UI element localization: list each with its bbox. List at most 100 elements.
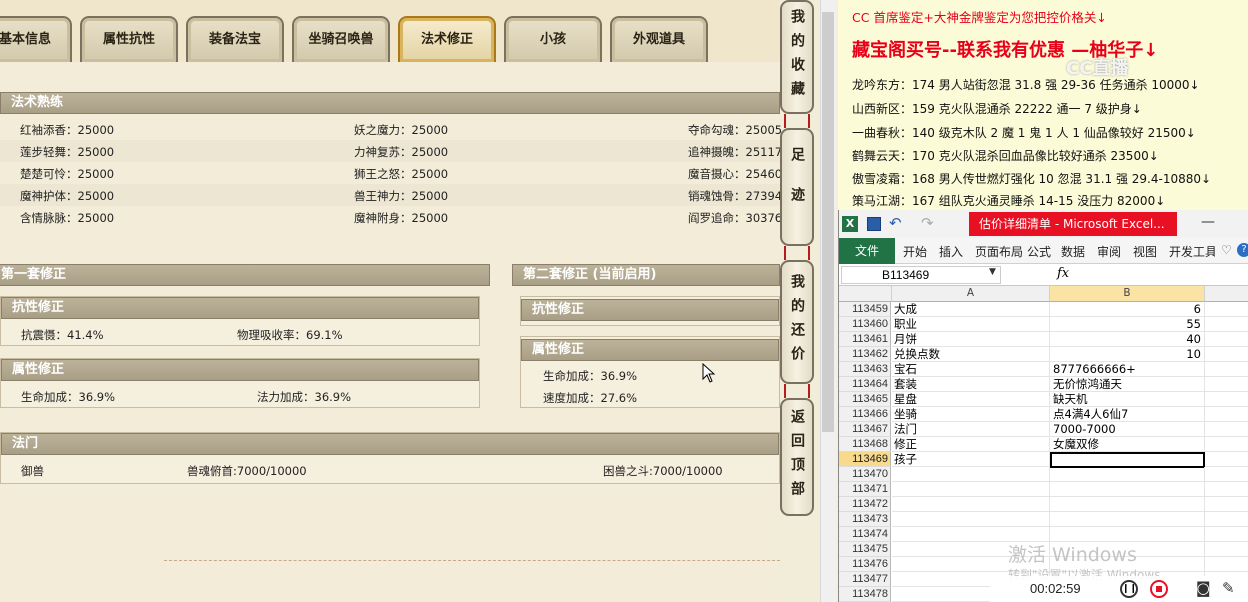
- cell-b[interactable]: 8777666666+: [1050, 362, 1205, 377]
- help-icon[interactable]: ?: [1237, 243, 1248, 257]
- row-header[interactable]: 113468: [839, 437, 891, 452]
- tab-basic-info[interactable]: 基本信息: [0, 16, 72, 62]
- cell-c[interactable]: [1205, 542, 1248, 557]
- ribbon-tab-file[interactable]: 文件: [839, 238, 895, 264]
- pen-icon[interactable]: ✎: [1222, 579, 1235, 597]
- cell-b[interactable]: 6: [1050, 302, 1205, 317]
- cell-c[interactable]: [1205, 332, 1248, 347]
- cell-c[interactable]: [1205, 437, 1248, 452]
- cell-b[interactable]: 无价惊鸿通天: [1050, 377, 1205, 392]
- cell-a[interactable]: 套装: [892, 377, 1050, 392]
- row-header[interactable]: 113470: [839, 467, 891, 482]
- cell-c[interactable]: [1205, 527, 1248, 542]
- tab-child[interactable]: 小孩: [504, 16, 602, 62]
- cell-b[interactable]: [1050, 482, 1205, 497]
- cell-b[interactable]: 点4满4人6仙7: [1050, 407, 1205, 422]
- cell-c[interactable]: [1205, 512, 1248, 527]
- active-cell[interactable]: [1050, 452, 1205, 468]
- cell-c[interactable]: [1205, 377, 1248, 392]
- cell-a[interactable]: [892, 512, 1050, 527]
- tab-appearance[interactable]: 外观道具: [610, 16, 708, 62]
- row-header[interactable]: 113460: [839, 317, 891, 332]
- row-header[interactable]: 113472: [839, 497, 891, 512]
- row-header[interactable]: 113474: [839, 527, 891, 542]
- cell-a[interactable]: 宝石: [892, 362, 1050, 377]
- cell-c[interactable]: [1205, 497, 1248, 512]
- cell-a[interactable]: [892, 467, 1050, 482]
- cell-a[interactable]: 星盘: [892, 392, 1050, 407]
- cell-c[interactable]: [1205, 422, 1248, 437]
- row-header[interactable]: 113478: [839, 587, 891, 602]
- ribbon-tab-view[interactable]: 视图: [1133, 243, 1157, 260]
- minimize-icon[interactable]: —: [1201, 214, 1215, 230]
- cell-b[interactable]: [1050, 467, 1205, 482]
- chevron-down-icon[interactable]: ▼: [989, 267, 996, 277]
- row-header[interactable]: 113473: [839, 512, 891, 527]
- row-header[interactable]: 113463: [839, 362, 891, 377]
- game-scrollbar-thumb[interactable]: [822, 12, 834, 432]
- pause-icon[interactable]: ❙❙: [1120, 580, 1138, 598]
- row-header[interactable]: 113464: [839, 377, 891, 392]
- cell-c[interactable]: [1205, 392, 1248, 407]
- row-header[interactable]: 113462: [839, 347, 891, 362]
- redo-icon[interactable]: ↷: [921, 214, 934, 232]
- cell-c[interactable]: [1205, 347, 1248, 362]
- row-header[interactable]: 113459: [839, 302, 891, 317]
- name-box[interactable]: B113469: [841, 266, 1001, 284]
- row-header[interactable]: 113476: [839, 557, 891, 572]
- my-counteroffer-button[interactable]: 我的还价: [780, 260, 814, 384]
- back-to-top-button[interactable]: 返回顶部: [780, 398, 814, 516]
- column-header-a[interactable]: A: [892, 286, 1050, 302]
- tab-equipment[interactable]: 装备法宝: [186, 16, 284, 62]
- ribbon-collapse-icon[interactable]: ♡: [1221, 243, 1232, 257]
- cell-a[interactable]: 坐骑: [892, 407, 1050, 422]
- cell-a[interactable]: 法门: [892, 422, 1050, 437]
- cell-c[interactable]: [1205, 482, 1248, 497]
- tab-spell-correction[interactable]: 法术修正: [398, 16, 496, 62]
- camera-icon[interactable]: ◙: [1196, 579, 1211, 597]
- cell-b[interactable]: [1050, 497, 1205, 512]
- footprint-button[interactable]: 足迹: [780, 128, 814, 246]
- row-header[interactable]: 113466: [839, 407, 891, 422]
- row-header[interactable]: 113475: [839, 542, 891, 557]
- cell-b[interactable]: 7000-7000: [1050, 422, 1205, 437]
- ribbon-tab-data[interactable]: 数据: [1061, 243, 1085, 260]
- ribbon-tab-page-layout[interactable]: 页面布局: [975, 243, 1023, 260]
- cell-c[interactable]: [1205, 467, 1248, 482]
- cell-b[interactable]: 女魔双修: [1050, 437, 1205, 452]
- cell-a[interactable]: 兑换点数: [892, 347, 1050, 362]
- cell-c[interactable]: [1205, 317, 1248, 332]
- cell-b[interactable]: 缺天机: [1050, 392, 1205, 407]
- stop-icon[interactable]: [1150, 580, 1168, 598]
- column-header-c[interactable]: [1205, 286, 1248, 302]
- select-all-corner[interactable]: [839, 286, 892, 302]
- row-header[interactable]: 113461: [839, 332, 891, 347]
- ribbon-tab-developer[interactable]: 开发工具: [1169, 243, 1215, 260]
- cell-a[interactable]: [892, 497, 1050, 512]
- save-icon[interactable]: [867, 217, 881, 231]
- cell-a[interactable]: 修正: [892, 437, 1050, 452]
- ribbon-tab-insert[interactable]: 插入: [939, 243, 963, 260]
- tab-mounts-summons[interactable]: 坐骑召唤兽: [292, 16, 390, 62]
- tab-attributes-resistance[interactable]: 属性抗性: [80, 16, 178, 62]
- cell-a[interactable]: 职业: [892, 317, 1050, 332]
- cell-a[interactable]: 月饼: [892, 332, 1050, 347]
- ribbon-tab-formulas[interactable]: 公式: [1027, 243, 1051, 260]
- ribbon-tab-home[interactable]: 开始: [903, 243, 927, 260]
- cell-c[interactable]: [1205, 407, 1248, 422]
- fx-icon[interactable]: fx: [1057, 266, 1069, 281]
- cell-a[interactable]: [892, 482, 1050, 497]
- cell-c[interactable]: [1205, 452, 1248, 467]
- row-header[interactable]: 113469: [839, 452, 891, 467]
- cell-c[interactable]: [1205, 302, 1248, 317]
- cell-c[interactable]: [1205, 362, 1248, 377]
- cell-a[interactable]: 孩子: [892, 452, 1050, 467]
- cell-b[interactable]: 10: [1050, 347, 1205, 362]
- undo-icon[interactable]: ↶: [889, 214, 902, 232]
- cell-b[interactable]: [1050, 512, 1205, 527]
- cell-a[interactable]: 大成: [892, 302, 1050, 317]
- row-header[interactable]: 113467: [839, 422, 891, 437]
- row-header[interactable]: 113477: [839, 572, 891, 587]
- ribbon-tab-review[interactable]: 审阅: [1097, 243, 1121, 260]
- column-header-b[interactable]: B: [1050, 286, 1205, 302]
